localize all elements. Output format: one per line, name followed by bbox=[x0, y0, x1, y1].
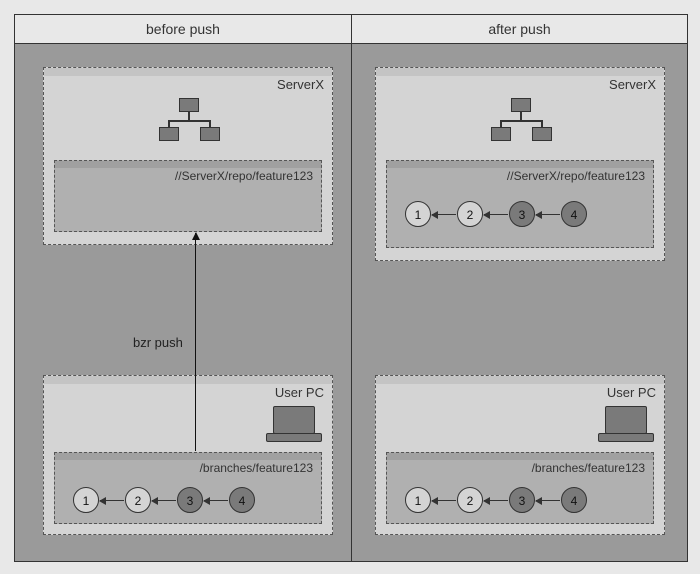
branch-path-client: /branches/feature123 bbox=[200, 461, 313, 475]
branch-client-after: /branches/feature123 1 2 3 4 bbox=[386, 452, 654, 524]
server-network-icon bbox=[162, 98, 216, 144]
panel-title-client: User PC bbox=[275, 385, 324, 400]
branch-path-server: //ServerX/repo/feature123 bbox=[175, 169, 313, 183]
commit-node: 3 bbox=[177, 487, 203, 513]
diagram-frame: before push after push ServerX //ServerX… bbox=[14, 14, 688, 562]
commit-node: 2 bbox=[125, 487, 151, 513]
panel-strip bbox=[55, 161, 321, 168]
commit-arrow bbox=[432, 214, 456, 215]
commit-arrow bbox=[536, 214, 560, 215]
commit-node: 4 bbox=[561, 201, 587, 227]
commit-node: 3 bbox=[509, 487, 535, 513]
panel-strip bbox=[44, 68, 332, 76]
commit-node: 2 bbox=[457, 487, 483, 513]
commit-node: 1 bbox=[405, 201, 431, 227]
col-after: after push bbox=[352, 15, 687, 43]
push-command-label: bzr push bbox=[133, 335, 183, 350]
commit-arrow bbox=[100, 500, 124, 501]
panel-strip bbox=[376, 376, 664, 384]
branch-server-after: //ServerX/repo/feature123 1 2 3 4 bbox=[386, 160, 654, 248]
commit-arrow bbox=[484, 500, 508, 501]
commit-node: 2 bbox=[457, 201, 483, 227]
col-before: before push bbox=[15, 15, 351, 43]
commit-arrow bbox=[432, 500, 456, 501]
commit-node: 3 bbox=[509, 201, 535, 227]
panel-strip bbox=[376, 68, 664, 76]
push-arrow bbox=[195, 233, 196, 451]
column-divider bbox=[351, 15, 352, 561]
commit-arrow bbox=[536, 500, 560, 501]
commit-node: 4 bbox=[229, 487, 255, 513]
branch-server-before: //ServerX/repo/feature123 bbox=[54, 160, 322, 232]
panel-client-after: User PC /branches/feature123 1 2 3 4 bbox=[375, 375, 665, 535]
branch-path-server: //ServerX/repo/feature123 bbox=[507, 169, 645, 183]
commit-node: 1 bbox=[405, 487, 431, 513]
panel-server-after: ServerX //ServerX/repo/feature123 1 2 3 … bbox=[375, 67, 665, 261]
panel-client-before: User PC /branches/feature123 1 2 3 4 bbox=[43, 375, 333, 535]
commit-node: 1 bbox=[73, 487, 99, 513]
server-network-icon bbox=[494, 98, 548, 144]
commit-arrow bbox=[152, 500, 176, 501]
panel-strip bbox=[387, 161, 653, 168]
panel-title-server: ServerX bbox=[277, 77, 324, 92]
panel-title-server: ServerX bbox=[609, 77, 656, 92]
panel-title-client: User PC bbox=[607, 385, 656, 400]
panel-strip bbox=[44, 376, 332, 384]
commit-arrow bbox=[484, 214, 508, 215]
panel-strip bbox=[55, 453, 321, 460]
branch-client-before: /branches/feature123 1 2 3 4 bbox=[54, 452, 322, 524]
panel-strip bbox=[387, 453, 653, 460]
commit-arrow bbox=[204, 500, 228, 501]
panel-server-before: ServerX //ServerX/repo/feature123 bbox=[43, 67, 333, 245]
commit-node: 4 bbox=[561, 487, 587, 513]
branch-path-client: /branches/feature123 bbox=[532, 461, 645, 475]
